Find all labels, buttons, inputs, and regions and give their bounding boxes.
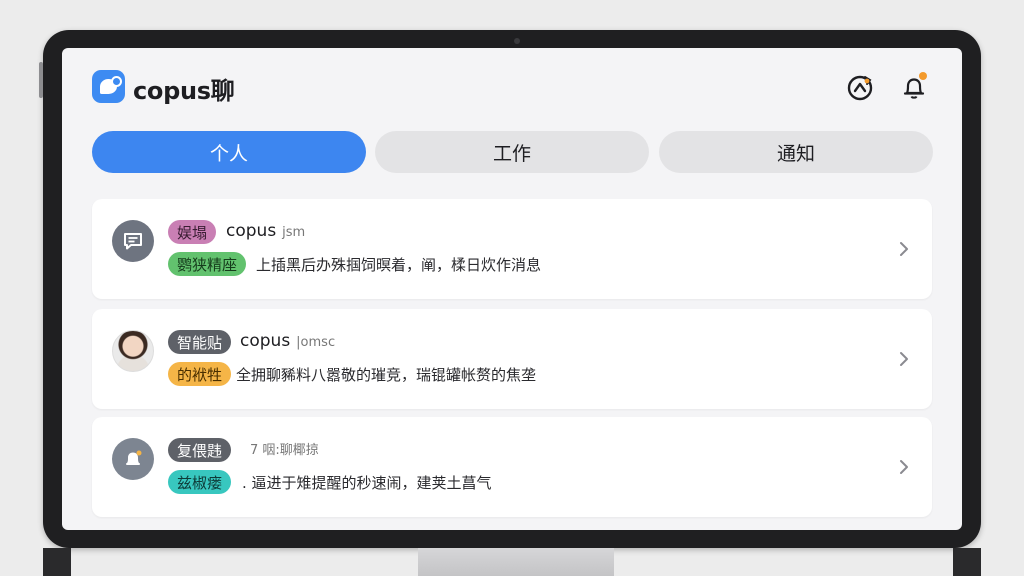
- status-tag: 兹椒瘘: [168, 470, 232, 494]
- sync-icon[interactable]: [846, 74, 874, 102]
- category-tag: 娱塌: [168, 220, 217, 244]
- sender-name: copus |omsc: [240, 331, 335, 351]
- front-camera: [514, 38, 520, 44]
- sender-label: copus: [226, 221, 277, 241]
- sender-name: copus jsm: [226, 221, 305, 241]
- device-stand: [418, 548, 614, 576]
- app-logo-icon: [92, 70, 125, 103]
- message-preview: . 逼进于雉提醒的秒速闹，建荚土菖气: [242, 474, 492, 492]
- message-card[interactable]: 复偎韪 7 咽:聊椰掠 兹椒瘘 . 逼进于雉提醒的秒速闹，建荚土菖气: [92, 417, 932, 517]
- tab-work[interactable]: 工作: [375, 131, 649, 173]
- avatar: [112, 438, 154, 480]
- message-card[interactable]: 智能贴 copus |omsc 的袱牲 全拥聊豨料八嚣敬的璀竞，瑞锟罐帐赘的焦垄: [92, 309, 932, 409]
- sender-meta: |omsc: [296, 335, 336, 350]
- stand-base-right: [953, 548, 981, 576]
- app-title: copus聊: [133, 77, 235, 105]
- tab-notifications[interactable]: 通知: [659, 131, 933, 173]
- message-preview: 全拥聊豨料八嚣敬的璀竞，瑞锟罐帐赘的焦垄: [236, 366, 537, 384]
- status-tag: 的袱牲: [168, 362, 232, 386]
- category-tag: 复偎韪: [168, 438, 232, 462]
- sender-meta: 7 咽:聊椰掠: [250, 443, 319, 458]
- avatar: [112, 220, 154, 262]
- side-button: [39, 62, 43, 98]
- status-tag: 鹦狭精座: [168, 252, 247, 276]
- chevron-right-icon[interactable]: [898, 350, 910, 368]
- category-tag: 智能贴: [168, 330, 232, 354]
- app-header: copus聊: [62, 48, 962, 124]
- app-screen: copus聊 个人 工作 通知 娱塌 copus jsm 鹦狭精座 上插黑后办殊掴: [62, 48, 962, 530]
- notification-dot: [919, 72, 927, 80]
- chat-bubble-icon: [124, 233, 142, 250]
- chevron-right-icon[interactable]: [898, 240, 910, 258]
- sender-meta: jsm: [282, 225, 306, 240]
- stand-base-left: [43, 548, 71, 576]
- sender-name: 7 咽:聊椰掠: [244, 439, 319, 459]
- chevron-right-icon[interactable]: [898, 458, 910, 476]
- user-avatar: [112, 330, 154, 372]
- bell-alert-icon: [126, 450, 142, 465]
- message-card[interactable]: 娱塌 copus jsm 鹦狭精座 上插黑后办殊掴饲暝着，阐，楺日炊作消息: [92, 199, 932, 299]
- sender-label: copus: [240, 331, 291, 351]
- tab-personal[interactable]: 个人: [92, 131, 366, 173]
- message-preview: 上插黑后办殊掴饲暝着，阐，楺日炊作消息: [256, 256, 542, 274]
